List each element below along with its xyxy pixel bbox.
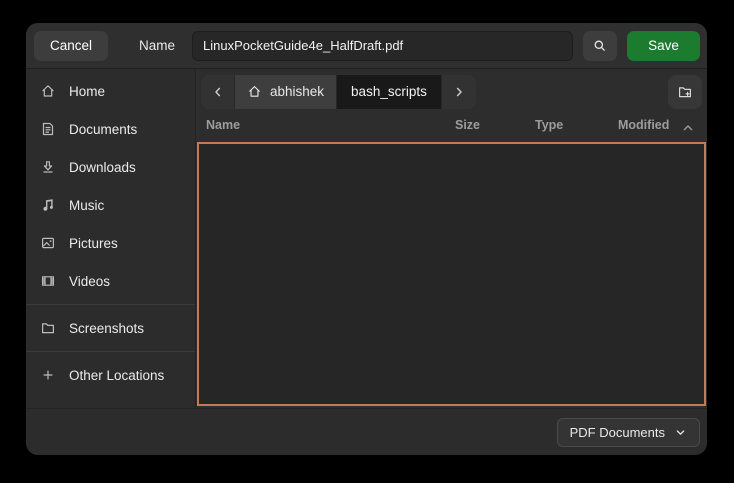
forward-button[interactable] <box>442 75 476 109</box>
new-folder-icon <box>677 84 693 100</box>
home-icon <box>40 83 56 99</box>
chevron-right-icon <box>452 85 466 99</box>
filetype-dropdown-label: PDF Documents <box>570 425 665 440</box>
image-icon <box>40 235 56 251</box>
sidebar-item-documents[interactable]: Documents <box>26 110 195 148</box>
sort-ascending-icon <box>681 121 695 135</box>
screen-background: Cancel Name Save Home <box>0 0 734 483</box>
sidebar-item-label: Documents <box>69 122 137 137</box>
sidebar-item-pictures[interactable]: Pictures <box>26 224 195 262</box>
sidebar-item-label: Pictures <box>69 236 118 251</box>
sidebar-item-label: Downloads <box>69 160 136 175</box>
download-icon <box>40 159 56 175</box>
file-browser-main: abhishek bash_scripts <box>196 69 707 408</box>
chevron-left-icon <box>211 85 225 99</box>
sidebar-item-label: Screenshots <box>69 321 144 336</box>
filename-input[interactable] <box>192 31 573 61</box>
sidebar-item-downloads[interactable]: Downloads <box>26 148 195 186</box>
dialog-bottombar: PDF Documents <box>26 408 707 455</box>
cancel-button[interactable]: Cancel <box>34 31 108 61</box>
sidebar-separator <box>26 351 195 352</box>
new-folder-button[interactable] <box>668 75 702 109</box>
file-list-header: Name Size Type Modified <box>196 114 707 142</box>
search-button[interactable] <box>583 31 617 61</box>
sidebar-item-label: Videos <box>69 274 110 289</box>
column-header-modified[interactable]: Modified <box>618 118 669 132</box>
breadcrumb-segment-label: abhishek <box>270 84 324 99</box>
film-icon <box>40 273 56 289</box>
column-header-name[interactable]: Name <box>206 118 240 132</box>
sidebar-item-videos[interactable]: Videos <box>26 262 195 300</box>
search-icon <box>592 38 608 54</box>
chevron-down-icon <box>674 426 687 439</box>
sidebar-item-label: Music <box>69 198 104 213</box>
save-button[interactable]: Save <box>627 31 700 61</box>
places-sidebar: Home Documents Downloads <box>26 69 196 408</box>
sidebar-item-label: Other Locations <box>69 368 164 383</box>
column-header-type[interactable]: Type <box>535 118 563 132</box>
sidebar-item-home[interactable]: Home <box>26 72 195 110</box>
filename-field-label: Name <box>139 38 175 53</box>
sidebar-separator <box>26 304 195 305</box>
sidebar-item-other-locations[interactable]: Other Locations <box>26 356 195 394</box>
document-icon <box>40 121 56 137</box>
dialog-headerbar: Cancel Name Save <box>26 23 707 69</box>
filetype-dropdown[interactable]: PDF Documents <box>557 418 700 447</box>
dialog-body: Home Documents Downloads <box>26 69 707 408</box>
pathbar-row: abhishek bash_scripts <box>196 69 707 114</box>
music-note-icon <box>40 197 56 213</box>
plus-icon <box>40 367 56 383</box>
file-list-area[interactable] <box>197 142 706 406</box>
back-button[interactable] <box>201 75 235 109</box>
column-header-size[interactable]: Size <box>455 118 480 132</box>
home-icon <box>247 84 262 99</box>
breadcrumb-segment-label: bash_scripts <box>351 84 427 99</box>
sidebar-item-screenshots[interactable]: Screenshots <box>26 309 195 347</box>
breadcrumb: abhishek bash_scripts <box>201 75 476 109</box>
breadcrumb-segment-current[interactable]: bash_scripts <box>337 75 442 109</box>
sidebar-item-label: Home <box>69 84 105 99</box>
file-save-dialog: Cancel Name Save Home <box>26 23 707 455</box>
sidebar-item-music[interactable]: Music <box>26 186 195 224</box>
folder-icon <box>40 320 56 336</box>
breadcrumb-segment-home[interactable]: abhishek <box>235 75 337 109</box>
